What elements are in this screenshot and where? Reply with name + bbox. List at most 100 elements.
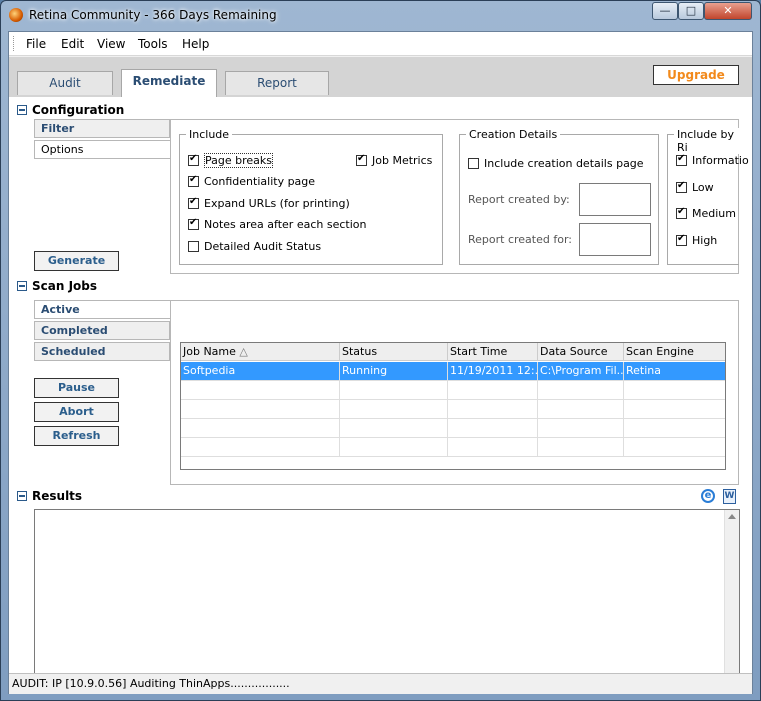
main-window: Retina Community - 366 Days Remaining — … — [0, 0, 761, 701]
tab-remediate[interactable]: Remediate — [121, 69, 217, 98]
include-group-title: Include — [186, 128, 233, 141]
window-title: Retina Community - 366 Days Remaining — [29, 8, 277, 22]
col-job-name-label: Job Name — [183, 345, 236, 358]
col-data-source[interactable]: Data Source — [538, 343, 624, 361]
col-status[interactable]: Status — [340, 343, 448, 361]
results-title: Results — [32, 489, 83, 503]
checkbox-unchecked-icon[interactable] — [188, 241, 199, 252]
created-for-field[interactable] — [579, 223, 651, 256]
main-tab-strip: Audit Remediate Report Upgrade — [9, 57, 752, 98]
tab-report[interactable]: Report — [225, 71, 329, 95]
table-row-empty — [181, 438, 725, 457]
menu-tools[interactable]: Tools — [138, 37, 168, 51]
menu-edit[interactable]: Edit — [61, 37, 84, 51]
menu-grip — [13, 36, 15, 51]
table-row-empty — [181, 381, 725, 400]
notes-area-checkbox[interactable]: Notes area after each section — [188, 217, 367, 231]
table-row[interactable]: Softpedia Running 11/19/2011 12:... C:\P… — [181, 362, 725, 381]
close-button[interactable]: ✕ — [704, 2, 752, 20]
table-header: Job Name △ Status Start Time Data Source… — [181, 343, 725, 361]
refresh-button[interactable]: Refresh — [34, 426, 119, 446]
information-checkbox[interactable]: Informatio — [676, 153, 749, 167]
high-checkbox[interactable]: High — [676, 233, 718, 247]
low-checkbox[interactable]: Low — [676, 180, 714, 194]
word-export-icon[interactable]: W — [723, 489, 736, 504]
cell-start-time: 11/19/2011 12:... — [448, 362, 538, 381]
menu-bar: File Edit View Tools Help — [9, 32, 752, 56]
internet-explorer-icon[interactable]: e — [701, 489, 715, 503]
checkbox-unchecked-icon[interactable] — [468, 158, 479, 169]
side-tab-completed[interactable]: Completed — [34, 321, 170, 340]
created-for-label: Report created for: — [468, 233, 572, 246]
checkbox-checked-icon[interactable] — [676, 206, 687, 219]
menu-file[interactable]: File — [26, 37, 46, 51]
retina-app-icon — [9, 8, 23, 22]
checkbox-checked-icon[interactable] — [676, 180, 687, 193]
include-creation-page-checkbox[interactable]: Include creation details page — [468, 157, 644, 170]
status-text: AUDIT: IP [10.9.0.56] Auditing ThinApps.… — [12, 677, 290, 690]
collapse-icon[interactable] — [17, 491, 27, 501]
col-job-name[interactable]: Job Name △ — [181, 343, 340, 361]
job-metrics-checkbox[interactable]: Job Metrics — [356, 153, 433, 167]
medium-checkbox[interactable]: Medium — [676, 206, 736, 220]
collapse-icon[interactable] — [17, 105, 27, 115]
checkbox-checked-icon[interactable] — [188, 174, 199, 187]
results-area[interactable] — [34, 509, 740, 691]
tab-audit[interactable]: Audit — [17, 71, 113, 95]
side-tab-filter[interactable]: Filter — [34, 119, 170, 138]
page-breaks-checkbox[interactable]: Page breaks — [188, 153, 273, 168]
scan-jobs-title: Scan Jobs — [32, 279, 98, 293]
maximize-button[interactable]: □ — [678, 2, 704, 20]
results-scrollbar[interactable] — [724, 510, 739, 690]
created-by-field[interactable] — [579, 183, 651, 216]
sort-ascending-icon: △ — [239, 345, 248, 358]
generate-button[interactable]: Generate — [34, 251, 119, 271]
side-tab-scheduled[interactable]: Scheduled — [34, 342, 170, 361]
notes-area-label: Notes area after each section — [204, 218, 367, 231]
checkbox-checked-icon[interactable] — [188, 217, 199, 230]
information-label: Informatio — [692, 154, 749, 167]
remediate-panel: Configuration Filter Options Generate In… — [9, 97, 752, 691]
side-tab-active[interactable]: Active — [34, 300, 174, 319]
configuration-header[interactable]: Configuration — [17, 103, 124, 117]
checkbox-checked-icon[interactable] — [188, 196, 199, 209]
scan-jobs-header[interactable]: Scan Jobs — [17, 279, 97, 293]
menu-help[interactable]: Help — [182, 37, 209, 51]
table-row-empty — [181, 400, 725, 419]
title-bar[interactable]: Retina Community - 366 Days Remaining — … — [1, 1, 760, 31]
confidentiality-page-label: Confidentiality page — [204, 175, 316, 188]
checkbox-checked-icon[interactable] — [676, 233, 687, 246]
options-panel: Include Page breaks Confidentiality page… — [170, 119, 749, 274]
checkbox-checked-icon[interactable] — [356, 153, 367, 166]
creation-details-title: Creation Details — [466, 128, 561, 141]
expand-urls-checkbox[interactable]: Expand URLs (for printing) — [188, 196, 350, 210]
menu-view[interactable]: View — [97, 37, 125, 51]
checkbox-checked-icon[interactable] — [676, 153, 687, 166]
scroll-up-icon[interactable] — [728, 514, 736, 519]
high-label: High — [692, 234, 718, 247]
job-metrics-label: Job Metrics — [372, 154, 433, 167]
col-scan-engine[interactable]: Scan Engine — [624, 343, 725, 361]
confidentiality-page-checkbox[interactable]: Confidentiality page — [188, 174, 316, 188]
detailed-audit-status-checkbox[interactable]: Detailed Audit Status — [188, 240, 321, 253]
expand-urls-label: Expand URLs (for printing) — [204, 197, 350, 210]
cell-scan-engine: Retina — [626, 364, 661, 377]
side-tab-options[interactable]: Options — [34, 140, 174, 159]
table-row-empty — [181, 419, 725, 438]
upgrade-button[interactable]: Upgrade — [653, 65, 739, 85]
client-area: File Edit View Tools Help Audit Remediat… — [8, 31, 753, 694]
results-header[interactable]: Results — [17, 489, 82, 503]
cell-job-name: Softpedia — [181, 362, 340, 381]
abort-button[interactable]: Abort — [34, 402, 119, 422]
checkbox-checked-icon[interactable] — [188, 153, 199, 166]
include-by-risk-group: Include by Ri Informatio Low Medium High — [667, 128, 749, 265]
page-breaks-label: Page breaks — [204, 153, 273, 168]
collapse-icon[interactable] — [17, 281, 27, 291]
pause-button[interactable]: Pause — [34, 378, 119, 398]
include-group: Include Page breaks Confidentiality page… — [179, 128, 443, 265]
include-by-risk-title: Include by Ri — [674, 128, 739, 154]
col-start-time[interactable]: Start Time — [448, 343, 538, 361]
minimize-button[interactable]: — — [652, 2, 678, 20]
configuration-title: Configuration — [32, 103, 125, 117]
low-label: Low — [692, 181, 714, 194]
